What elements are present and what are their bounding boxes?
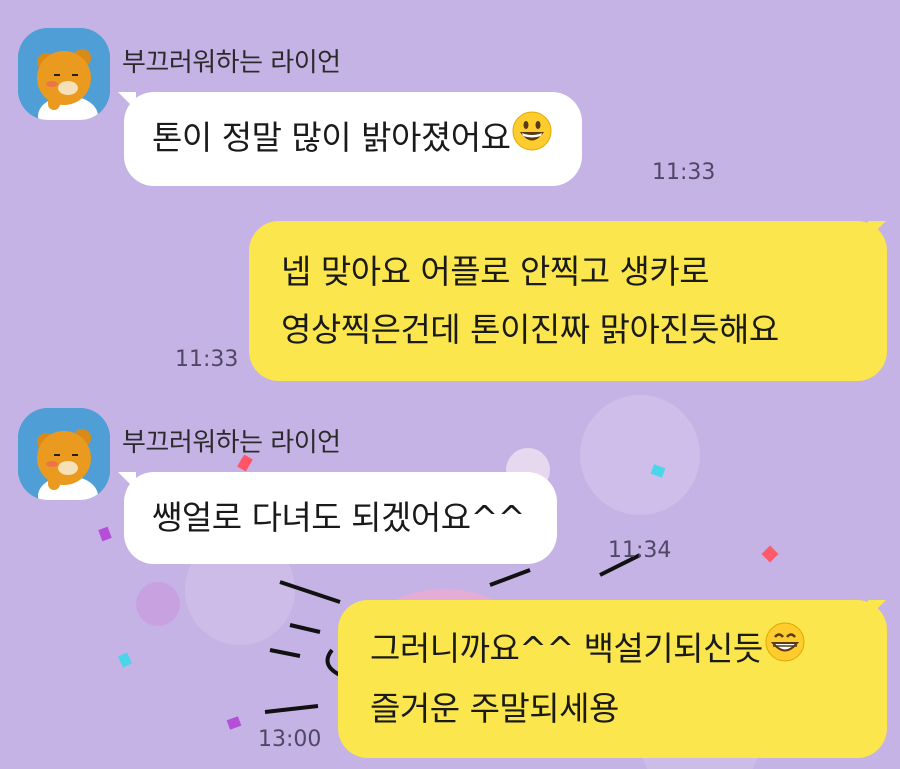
- message-text-line: 영상찍은건데 톤이진짜 맑아진듯해요: [281, 310, 779, 349]
- message-bubble-outgoing[interactable]: 그러니까요^^ 백설기되신듯 즐거운 주말되세용: [338, 600, 887, 758]
- message-text: 톤이 정말 많이 밝아졌어요: [152, 118, 511, 157]
- message-time: 11:33: [652, 160, 716, 185]
- sender-avatar[interactable]: [18, 28, 110, 120]
- message-bubble-incoming[interactable]: 쌩얼로 다녀도 되겠어요^^: [124, 472, 557, 564]
- message-bubble-outgoing[interactable]: 넵 맞아요 어플로 안찍고 생카로 영상찍은건데 톤이진짜 맑아진듯해요: [249, 221, 887, 381]
- message-text: 쌩얼로 다녀도 되겠어요^^: [152, 498, 525, 537]
- message-text-line: 즐거운 주말되세용: [370, 688, 619, 728]
- message-text-line: 넵 맞아요 어플로 안찍고 생카로: [281, 252, 710, 291]
- message-time: 13:00: [258, 727, 322, 752]
- grinning-face-emoji-icon: [512, 111, 552, 169]
- message-bubble-incoming[interactable]: 톤이 정말 많이 밝아졌어요: [124, 92, 583, 186]
- message-time: 11:33: [175, 347, 239, 372]
- message-time: 11:34: [608, 538, 672, 563]
- beaming-face-emoji-icon: [765, 622, 805, 680]
- sender-name: 부끄러워하는 라이언: [122, 428, 341, 458]
- sender-avatar[interactable]: [18, 408, 110, 500]
- message-text: 그러니까요^^ 백설기되신듯: [370, 629, 763, 668]
- sender-name: 부끄러워하는 라이언: [122, 48, 341, 78]
- message-text-line: 그러니까요^^ 백설기되신듯: [370, 620, 857, 680]
- lion-avatar-icon: [18, 408, 110, 500]
- lion-avatar-icon: [18, 28, 110, 120]
